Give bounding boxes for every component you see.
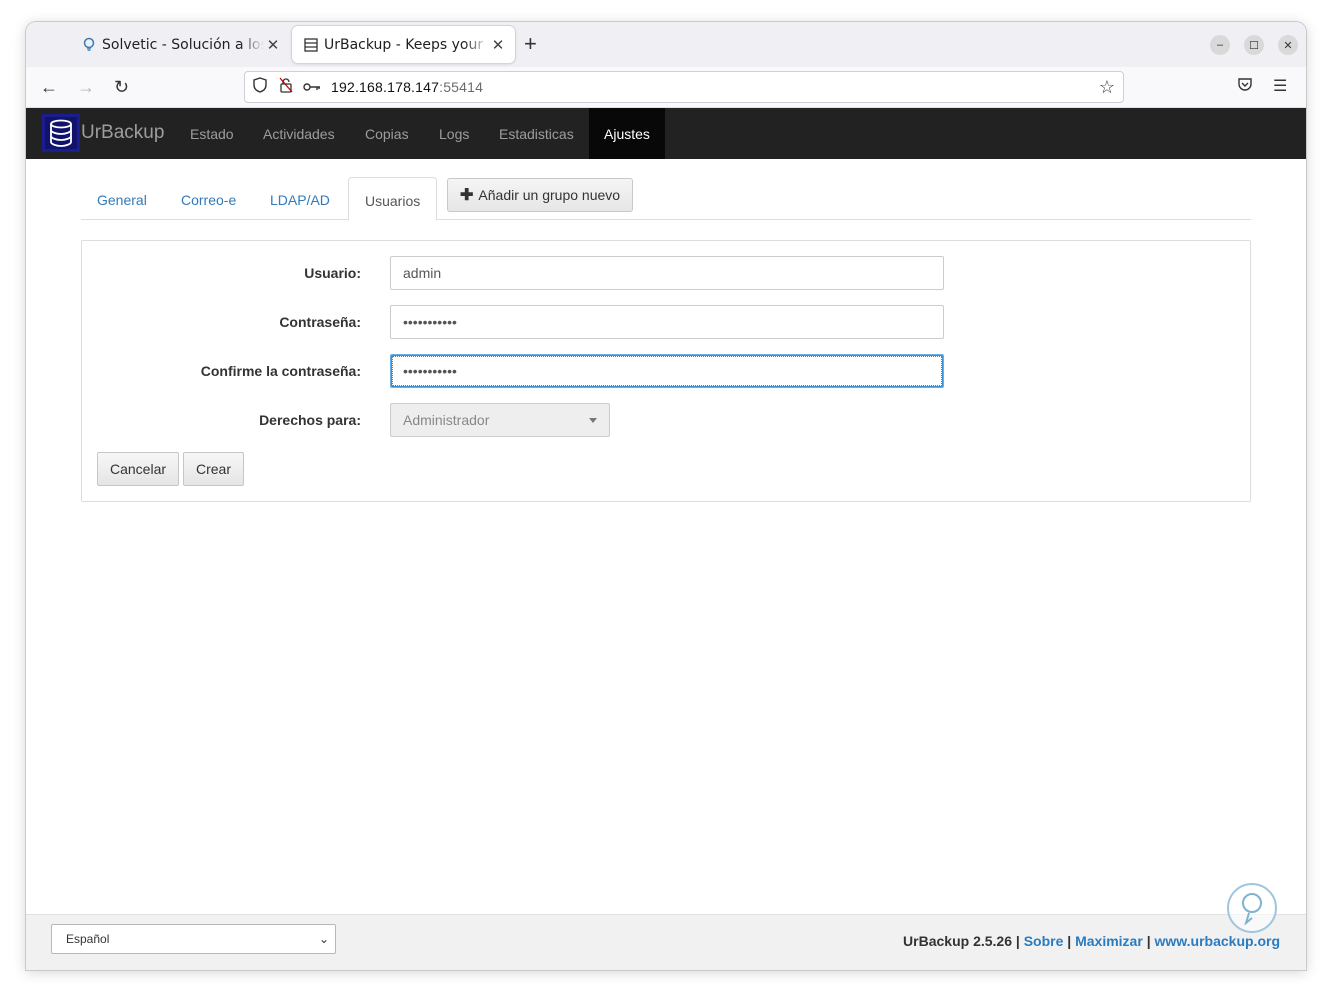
browser-window: Solvetic - Solución a los pr ✕ UrBackup … xyxy=(26,22,1306,970)
website-link[interactable]: www.urbackup.org xyxy=(1155,933,1281,949)
pocket-icon[interactable] xyxy=(1237,76,1253,97)
tab-general[interactable]: General xyxy=(81,177,163,220)
confirm-password-input[interactable] xyxy=(390,354,944,388)
close-window-button[interactable]: ✕ xyxy=(1278,35,1298,55)
tab-title: UrBackup - Keeps your da xyxy=(324,36,489,53)
menu-estado[interactable]: Estado xyxy=(175,108,249,159)
cancel-button[interactable]: Cancelar xyxy=(97,452,180,486)
shield-icon[interactable] xyxy=(247,77,273,97)
plus-icon: ✚ xyxy=(460,187,474,204)
tab-title: Solvetic - Solución a los pr xyxy=(102,36,264,53)
insecure-lock-icon[interactable] xyxy=(273,77,299,97)
tab-ldap[interactable]: LDAP/AD xyxy=(254,177,346,220)
settings-tabs: General Correo-e LDAP/AD Usuarios xyxy=(81,177,1251,221)
menu-copias[interactable]: Copias xyxy=(350,108,424,159)
back-arrow-icon[interactable]: ← xyxy=(40,76,58,98)
confirm-password-label: Confirme la contraseña: xyxy=(200,363,361,379)
solvetic-watermark-icon xyxy=(1227,883,1277,933)
rights-row: Derechos para: Administrador xyxy=(82,403,1252,437)
maximize-button[interactable]: ☐ xyxy=(1244,35,1264,55)
add-group-button[interactable]: ✚ Añadir un grupo nuevo xyxy=(447,178,634,212)
create-user-form: Usuario: Contraseña: Confirme la contras… xyxy=(81,240,1251,502)
rights-select[interactable]: Administrador xyxy=(390,403,610,437)
create-button[interactable]: Crear xyxy=(183,452,245,486)
separator: | xyxy=(1146,933,1151,949)
tab-correo[interactable]: Correo-e xyxy=(165,177,252,220)
about-link[interactable]: Sobre xyxy=(1024,933,1064,949)
forward-arrow-icon[interactable]: → xyxy=(77,76,95,98)
menu-actividades[interactable]: Actividades xyxy=(248,108,350,159)
navigation-bar: ← → ↻ 192.168.178.147:55414 ☆ ☰ xyxy=(26,67,1306,108)
minimize-button[interactable]: – xyxy=(1210,35,1230,55)
password-row: Contraseña: xyxy=(82,305,1252,339)
password-input[interactable] xyxy=(390,305,944,339)
key-icon[interactable] xyxy=(299,79,325,96)
language-value: Español xyxy=(66,932,110,946)
user-row: Usuario: xyxy=(82,256,1252,290)
hamburger-menu-icon[interactable]: ☰ xyxy=(1273,76,1287,96)
close-tab-icon[interactable]: ✕ xyxy=(491,36,505,54)
bookmark-star-icon[interactable]: ☆ xyxy=(1099,77,1115,98)
address-bar[interactable]: 192.168.178.147:55414 ☆ xyxy=(244,71,1124,103)
caret-down-icon xyxy=(589,418,597,423)
language-select[interactable]: Español ⌄ xyxy=(51,924,336,954)
button-row: Cancelar Crear xyxy=(82,452,1252,486)
password-label: Contraseña: xyxy=(279,314,361,330)
urbackup-logo-icon[interactable] xyxy=(42,114,80,152)
username-input[interactable] xyxy=(390,256,944,290)
close-tab-icon[interactable]: ✕ xyxy=(266,36,280,54)
chevron-down-icon: ⌄ xyxy=(318,932,329,946)
tab-usuarios[interactable]: Usuarios xyxy=(348,177,438,221)
version-text: UrBackup 2.5.26 xyxy=(903,933,1012,949)
reload-icon[interactable]: ↻ xyxy=(114,76,129,98)
url-text: 192.168.178.147:55414 xyxy=(331,79,484,95)
confirm-password-row: Confirme la contraseña: xyxy=(82,354,1252,388)
app-navbar: UrBackup Estado Actividades Copias Logs … xyxy=(26,108,1306,159)
brand-name[interactable]: UrBackup xyxy=(81,122,164,144)
database-icon xyxy=(302,37,320,52)
menu-logs[interactable]: Logs xyxy=(424,108,484,159)
user-label: Usuario: xyxy=(304,265,361,281)
maximize-link[interactable]: Maximizar xyxy=(1075,933,1143,949)
menu-ajustes[interactable]: Ajustes xyxy=(589,108,665,159)
menu-estadisticas[interactable]: Estadisticas xyxy=(484,108,589,159)
app-footer: Español ⌄ UrBackup 2.5.26 | Sobre | Maxi… xyxy=(26,914,1306,970)
separator: | xyxy=(1015,933,1020,949)
rights-value: Administrador xyxy=(403,412,490,428)
footer-info: UrBackup 2.5.26 | Sobre | Maximizar | ww… xyxy=(903,933,1280,949)
browser-tab-urbackup[interactable]: UrBackup - Keeps your da ✕ xyxy=(292,26,515,63)
new-tab-button[interactable]: + xyxy=(524,32,537,56)
add-group-label: Añadir un grupo nuevo xyxy=(478,187,621,203)
lightbulb-icon xyxy=(80,37,98,53)
separator: | xyxy=(1067,933,1072,949)
tab-strip: Solvetic - Solución a los pr ✕ UrBackup … xyxy=(26,22,1306,67)
browser-tab-solvetic[interactable]: Solvetic - Solución a los pr ✕ xyxy=(70,26,290,63)
rights-label: Derechos para: xyxy=(259,412,361,428)
